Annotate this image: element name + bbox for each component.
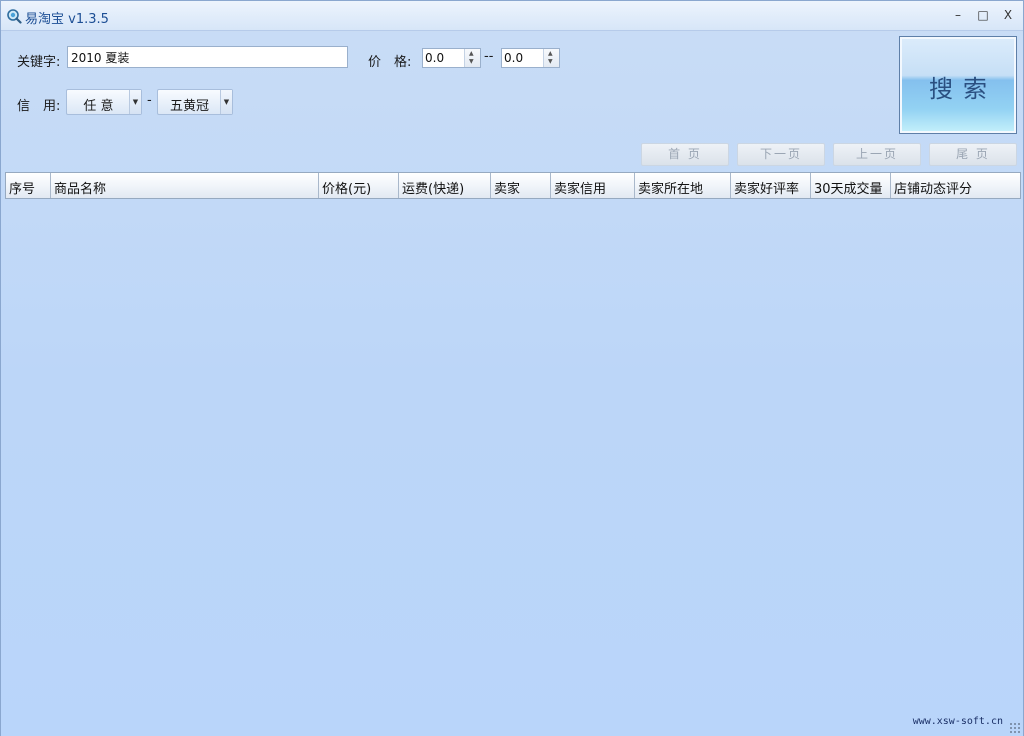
first-page-button[interactable]: 首 页 [641, 143, 729, 166]
maximize-button[interactable]: □ [974, 7, 992, 23]
title-bar[interactable]: 易淘宝 v1.3.5 – □ X [1, 1, 1023, 31]
price-label: 价 格: [368, 55, 412, 70]
price-min-value: 0.0 [425, 51, 445, 65]
arrow-down-icon[interactable]: ▼ [548, 59, 553, 65]
arrow-down-icon[interactable]: ▼ [469, 59, 474, 65]
search-button-label: 搜索 [929, 75, 997, 103]
chevron-down-icon[interactable]: ▼ [220, 90, 232, 114]
next-page-button[interactable]: 下一页 [737, 143, 825, 166]
price-max-stepper[interactable]: 0.0 ▲ ▼ [501, 48, 560, 68]
column-header-30day-volume[interactable]: 30天成交量 [811, 173, 891, 198]
chevron-down-icon[interactable]: ▼ [129, 90, 141, 114]
keyword-label: 关键字: [17, 55, 61, 70]
arrow-up-icon[interactable]: ▲ [469, 51, 474, 57]
price-max-arrows[interactable]: ▲ ▼ [543, 49, 559, 67]
table-header: 序号 商品名称 价格(元) 运费(快递) 卖家 卖家信用 卖家所在地 卖家好评率… [5, 172, 1021, 199]
column-header-seller-location[interactable]: 卖家所在地 [635, 173, 731, 198]
credit-label: 信 用: [17, 99, 61, 114]
minimize-button[interactable]: – [949, 7, 967, 23]
close-button[interactable]: X [999, 7, 1017, 23]
price-separator: -- [484, 49, 494, 64]
resize-grip-icon[interactable] [1009, 722, 1021, 734]
window-title: 易淘宝 v1.3.5 [25, 12, 109, 27]
price-min-arrows[interactable]: ▲ ▼ [464, 49, 480, 67]
footer-site-link[interactable]: www.xsw-soft.cn [913, 716, 1003, 727]
credit-to-value: 五黄冠 [169, 99, 209, 114]
column-header-seller[interactable]: 卖家 [491, 173, 551, 198]
column-header-shipping[interactable]: 运费(快递) [399, 173, 491, 198]
search-button[interactable]: 搜索 [899, 36, 1017, 134]
credit-from-value: 任 意 [83, 99, 114, 114]
last-page-button[interactable]: 尾 页 [929, 143, 1017, 166]
credit-to-select[interactable]: 五黄冠 ▼ [157, 89, 233, 115]
prev-page-button[interactable]: 上一页 [833, 143, 921, 166]
column-header-positive-rate[interactable]: 卖家好评率 [731, 173, 811, 198]
price-max-value: 0.0 [504, 51, 524, 65]
column-header-shop-rating[interactable]: 店铺动态评分 [891, 173, 1020, 198]
app-window: 易淘宝 v1.3.5 – □ X 关键字: 价 格: 0.0 ▲ ▼ -- 0.… [0, 0, 1024, 736]
column-header-index[interactable]: 序号 [6, 173, 51, 198]
keyword-input[interactable] [67, 46, 348, 68]
credit-separator: - [147, 93, 152, 108]
arrow-up-icon[interactable]: ▲ [548, 51, 553, 57]
results-table[interactable]: 序号 商品名称 价格(元) 运费(快递) 卖家 卖家信用 卖家所在地 卖家好评率… [5, 172, 1021, 732]
column-header-seller-credit[interactable]: 卖家信用 [551, 173, 635, 198]
column-header-price[interactable]: 价格(元) [319, 173, 399, 198]
price-min-stepper[interactable]: 0.0 ▲ ▼ [422, 48, 481, 68]
client-area: 关键字: 价 格: 0.0 ▲ ▼ -- 0.0 ▲ ▼ 信 用: 任 意 ▼ … [1, 32, 1023, 736]
column-header-product-name[interactable]: 商品名称 [51, 173, 319, 198]
magnifier-app-icon [7, 9, 22, 24]
credit-from-select[interactable]: 任 意 ▼ [66, 89, 142, 115]
